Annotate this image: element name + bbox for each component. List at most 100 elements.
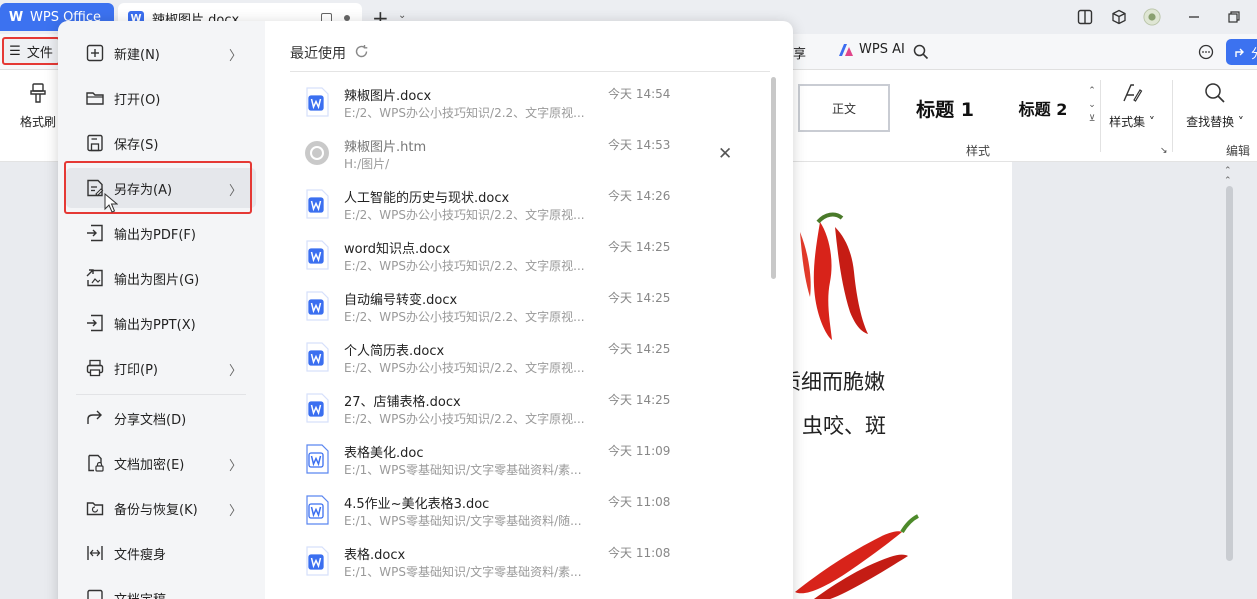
word-file-icon (306, 444, 329, 474)
menu-item-open[interactable]: 打开(O) (66, 78, 256, 118)
export-ppt-icon (84, 312, 106, 334)
chevron-up-icon[interactable]: ⌃ (1087, 84, 1097, 98)
recent-file-name: 自动编号转变.docx (344, 293, 458, 308)
share-arrow-icon (1235, 48, 1244, 57)
menu-item-export-ppt[interactable]: 输出为PPT(X) (66, 303, 256, 343)
recent-file-row[interactable]: 人工智能的历史与现状.docx E:/2、WPS办公小技巧知识/2.2、文字原视.… (298, 185, 758, 236)
recent-file-row[interactable]: 表格美化.doc E:/1、WPS零基础知识/文字零基础资料/素... 今天 11:… (298, 440, 758, 491)
recent-file-row[interactable]: 27、店铺表格.docx E:/2、WPS办公小技巧知识/2.2、文字原视... 今… (298, 389, 758, 440)
search-icon[interactable] (912, 43, 930, 61)
word-file-icon (306, 240, 329, 270)
comment-icon[interactable] (1197, 43, 1215, 61)
menu-item-export-pdf[interactable]: 输出为PDF(F) (66, 213, 256, 253)
cube-icon[interactable] (1110, 8, 1128, 26)
share-tab-label[interactable]: 享 (793, 43, 806, 62)
menu-item-finalize[interactable]: 文档定稿 (66, 578, 256, 599)
menu-item-label: 文件瘦身 (114, 547, 167, 563)
recent-file-time: 今天 14:26 (608, 189, 671, 203)
find-replace-button[interactable]: 查找替换 ˅ (1180, 82, 1250, 130)
layout-icon[interactable] (1076, 8, 1094, 26)
new-tab-dropdown-icon[interactable]: ⌄ (398, 10, 406, 21)
document-scroll-controls[interactable]: ⌃ ⌃ (1224, 166, 1232, 186)
recent-file-row[interactable]: 4.5作业~美化表格3.doc E:/1、WPS零基础知识/文字零基础资料/随..… (298, 491, 758, 542)
recent-files-scrollbar[interactable] (771, 77, 776, 279)
menu-item-save[interactable]: 保存(S) (66, 123, 256, 163)
recent-file-row[interactable]: 辣椒图片.docx E:/2、WPS办公小技巧知识/2.2、文字原视... 今天 1… (298, 83, 758, 134)
recent-file-row[interactable]: 个人简历表.docx E:/2、WPS办公小技巧知识/2.2、文字原视... 今天 … (298, 338, 758, 389)
recent-file-row[interactable]: word知识点.docx E:/2、WPS办公小技巧知识/2.2、文字原视... 今… (298, 236, 758, 287)
style-set-button[interactable]: 样式集 ˅ (1106, 82, 1158, 130)
style-heading-2-label: 标题 2 (1018, 100, 1068, 119)
word-file-icon (306, 342, 329, 372)
recent-file-row[interactable]: 辣椒图片.htm H:/图片/今天 14:53 ✕ (298, 134, 758, 185)
style-normal[interactable]: 正文 (798, 84, 890, 132)
menu-item-label: 保存(S) (114, 137, 159, 153)
restore-icon[interactable] (1225, 8, 1243, 26)
chevron-down-icon[interactable]: ⌄ (1087, 98, 1097, 112)
recent-file-time: 今天 14:53 (608, 138, 671, 152)
style-heading-2[interactable]: 标题 2 (1000, 84, 1086, 132)
menu-item-label: 文档定稿 (114, 589, 166, 599)
recent-file-name: 27、店铺表格.docx (344, 395, 461, 410)
recent-file-row[interactable]: 自动编号转变.docx E:/2、WPS办公小技巧知识/2.2、文字原视... 今天… (298, 287, 758, 338)
find-replace-label: 查找替换 (1186, 115, 1235, 129)
recent-file-path: E:/2、WPS办公小技巧知识/2.2、文字原视... (344, 310, 585, 324)
recent-file-path: E:/1、WPS零基础知识/文字零基础资料/素... (344, 565, 582, 579)
wps-logo-icon: W (8, 9, 24, 25)
minimize-icon[interactable] (1185, 8, 1203, 26)
wps-ai-label: WPS AI (859, 42, 905, 57)
menu-item-share[interactable]: 分享文档(D) (66, 398, 256, 438)
encrypt-icon (84, 452, 106, 474)
menu-item-save-as[interactable]: 另存为(A) 〉 (66, 168, 256, 208)
recent-file-time: 今天 11:09 (608, 444, 671, 458)
file-menu-button[interactable]: ☰ 文件 (2, 37, 60, 65)
format-painter-label: 格式刷 (19, 115, 56, 129)
menu-item-print[interactable]: 打印(P) 〉 (66, 348, 256, 388)
menu-item-encrypt[interactable]: 文档加密(E) 〉 (66, 443, 256, 483)
expand-gallery-icon[interactable]: ⊻ (1087, 112, 1097, 126)
menu-item-backup[interactable]: 备份与恢复(K) 〉 (66, 488, 256, 528)
style-set-caret-icon: ˅ (1145, 115, 1155, 129)
ribbon-separator (1100, 80, 1101, 152)
style-set-label: 样式集 (1109, 115, 1146, 129)
recent-file-path: E:/2、WPS办公小技巧知识/2.2、文字原视... (344, 361, 585, 375)
recent-file-name: 人工智能的历史与现状.docx (344, 191, 510, 206)
scroll-up-icon[interactable]: ⌃ (1224, 176, 1232, 186)
word-file-icon (306, 87, 329, 117)
user-avatar[interactable] (1143, 8, 1161, 26)
style-heading-1[interactable]: 标题 1 (895, 84, 995, 132)
format-painter-button[interactable]: 格式刷 (16, 82, 60, 130)
word-file-icon (306, 291, 329, 321)
style-gallery-scroll[interactable]: ⌃ ⌄ ⊻ (1087, 84, 1097, 126)
recent-file-name: 个人简历表.docx (344, 344, 445, 359)
wps-ai-button[interactable]: WPS AI (838, 42, 905, 57)
share-button[interactable]: 分 (1226, 39, 1257, 65)
menu-item-label: 打印(P) (114, 362, 158, 378)
styles-group-label: 样式 (966, 144, 991, 158)
recent-file-name: 辣椒图片.docx (344, 89, 432, 104)
scroll-up-double-icon[interactable]: ⌃ (1224, 166, 1232, 176)
export-pdf-icon (84, 222, 106, 244)
menu-item-label: 输出为PPT(X) (114, 317, 196, 333)
refresh-icon[interactable] (354, 44, 369, 63)
file-menu-panel: 新建(N) 〉 打开(O) 保存(S) 另存为(A) 〉 输出为PDF(F) 输… (58, 21, 793, 599)
menu-item-label: 文档加密(E) (114, 457, 185, 473)
recent-file-name: word知识点.docx (344, 242, 451, 257)
styles-dialog-launcher-icon[interactable]: ↘ (1160, 146, 1168, 156)
magnifier-icon (1180, 82, 1250, 109)
menu-item-export-image[interactable]: 输出为图片(G) (66, 258, 256, 298)
menu-item-slim[interactable]: 文件瘦身 (66, 533, 256, 573)
remove-recent-close-icon[interactable]: ✕ (718, 144, 732, 164)
menu-item-new[interactable]: 新建(N) 〉 (66, 33, 256, 73)
format-painter-icon (16, 82, 60, 109)
html-file-icon (305, 141, 329, 165)
recent-file-path: E:/2、WPS办公小技巧知识/2.2、文字原视... (344, 208, 585, 222)
document-page[interactable]: 质细而脆嫩 虫咬、斑 (780, 162, 1012, 599)
menu-divider (76, 394, 246, 395)
recent-file-row[interactable]: 表格.docx E:/1、WPS零基础知识/文字零基础资料/素... 今天 11:0… (298, 542, 758, 593)
word-file-icon (306, 546, 329, 576)
document-scrollbar[interactable] (1226, 186, 1233, 561)
menu-item-label: 输出为图片(G) (114, 272, 200, 288)
word-file-icon (306, 189, 329, 219)
finalize-icon (84, 587, 106, 599)
